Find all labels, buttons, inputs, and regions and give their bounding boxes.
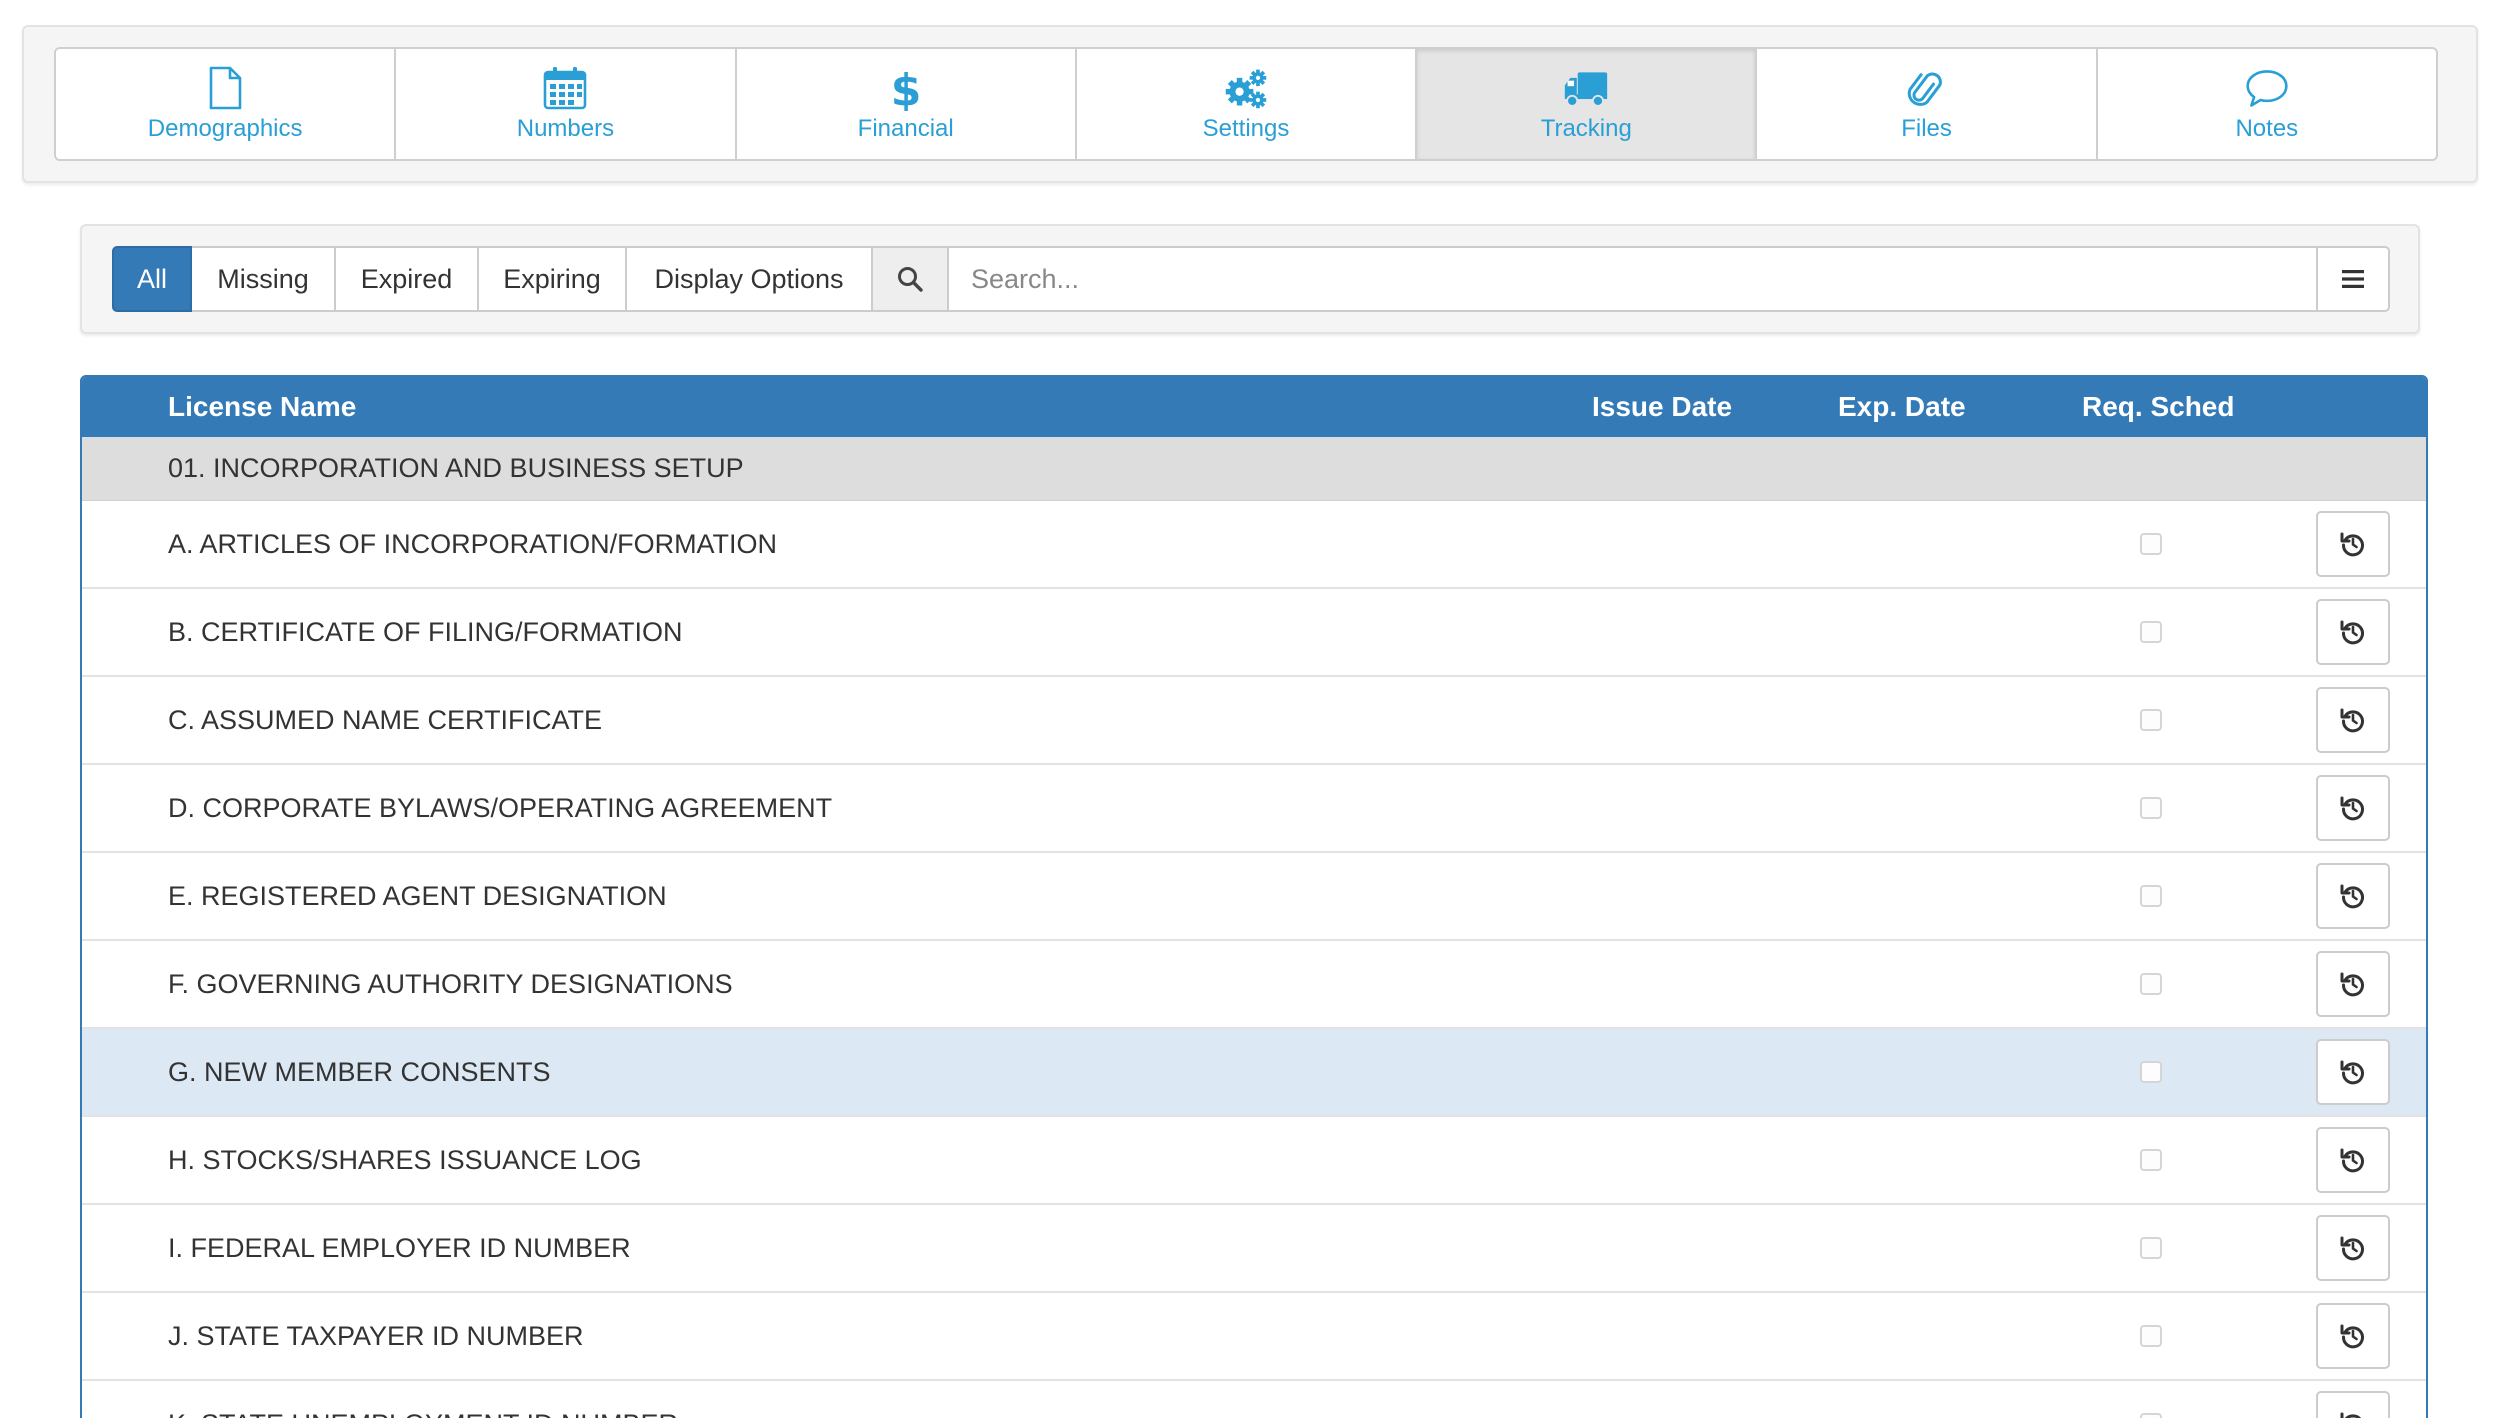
gears-icon (1225, 69, 1267, 109)
req-sched-checkbox[interactable] (2140, 1061, 2162, 1083)
tab-demographics[interactable]: Demographics (56, 49, 397, 159)
table-row[interactable]: C. ASSUMED NAME CERTIFICATE (82, 677, 2426, 765)
nav-tabs: Demographics Numbers $ Financial Setting… (54, 47, 2438, 161)
reset-history-button[interactable] (2316, 775, 2390, 841)
filter-all-button[interactable]: All (112, 246, 192, 312)
row-license-name: B. CERTIFICATE OF FILING/FORMATION (168, 616, 683, 647)
paperclip-icon (1907, 72, 1942, 106)
tab-label: Demographics (147, 115, 303, 142)
table-row[interactable]: J. STATE TAXPAYER ID NUMBER (82, 1293, 2426, 1381)
history-reset-icon (2340, 1324, 2364, 1349)
req-sched-checkbox[interactable] (2140, 533, 2162, 555)
history-reset-icon (2340, 1236, 2364, 1261)
req-sched-checkbox[interactable] (2140, 1149, 2162, 1171)
filter-expired-button[interactable]: Expired (336, 246, 479, 312)
tab-label: Notes (2235, 115, 2299, 142)
column-menu-button[interactable] (2318, 246, 2390, 312)
reset-history-button[interactable] (2316, 1303, 2390, 1369)
filter-bar: All Missing Expired Expiring Display Opt… (112, 246, 2390, 312)
row-license-name: H. STOCKS/SHARES ISSUANCE LOG (168, 1144, 642, 1175)
reset-history-button[interactable] (2316, 1127, 2390, 1193)
req-sched-checkbox[interactable] (2140, 621, 2162, 643)
search-addon[interactable] (873, 246, 949, 312)
reset-history-button[interactable] (2316, 687, 2390, 753)
history-reset-icon (2340, 1060, 2364, 1085)
reset-history-button[interactable] (2316, 863, 2390, 929)
license-table: License Name Issue Date Exp. Date Req. S… (80, 375, 2428, 1418)
top-nav-panel: Demographics Numbers $ Financial Setting… (22, 25, 2478, 183)
row-license-name: J. STATE TAXPAYER ID NUMBER (168, 1320, 584, 1351)
table-row[interactable]: A. ARTICLES OF INCORPORATION/FORMATION (82, 501, 2426, 589)
calendar-icon (544, 67, 587, 110)
tab-settings[interactable]: Settings (1076, 49, 1418, 159)
column-header-license-name[interactable]: License Name (168, 391, 356, 423)
tab-files[interactable]: Files (1757, 49, 2098, 159)
history-reset-icon (2340, 796, 2364, 821)
reset-history-button[interactable] (2316, 599, 2390, 665)
reset-history-button[interactable] (2316, 511, 2390, 577)
table-header: License Name Issue Date Exp. Date Req. S… (82, 377, 2426, 437)
dollar-icon: $ (890, 65, 921, 111)
reset-history-button[interactable] (2316, 1391, 2390, 1418)
row-license-name: C. ASSUMED NAME CERTIFICATE (168, 704, 603, 735)
row-license-name: K. STATE UNEMPLOYMENT ID NUMBER (168, 1409, 678, 1418)
req-sched-checkbox[interactable] (2140, 1237, 2162, 1259)
tab-tracking[interactable]: Tracking (1417, 49, 1758, 159)
history-reset-icon (2340, 620, 2364, 645)
filter-panel: All Missing Expired Expiring Display Opt… (80, 224, 2420, 334)
table-row[interactable]: K. STATE UNEMPLOYMENT ID NUMBER (82, 1381, 2426, 1418)
history-reset-icon (2340, 1412, 2362, 1418)
tab-label: Numbers (516, 115, 615, 142)
display-options-button[interactable]: Display Options (627, 246, 873, 312)
column-header-req-sched[interactable]: Req. Sched (2082, 391, 2234, 423)
search-icon (898, 267, 923, 292)
history-reset-icon (2340, 972, 2364, 997)
column-header-issue-date[interactable]: Issue Date (1592, 391, 1732, 423)
reset-history-button[interactable] (2316, 1039, 2390, 1105)
table-row[interactable]: I. FEDERAL EMPLOYER ID NUMBER (82, 1205, 2426, 1293)
tab-label: Tracking (1540, 115, 1632, 142)
row-license-name: A. ARTICLES OF INCORPORATION/FORMATION (168, 528, 778, 559)
svg-text:$: $ (890, 65, 921, 111)
table-row[interactable]: D. CORPORATE BYLAWS/OPERATING AGREEMENT (82, 765, 2426, 853)
table-row[interactable]: H. STOCKS/SHARES ISSUANCE LOG (82, 1117, 2426, 1205)
row-license-name: E. REGISTERED AGENT DESIGNATION (168, 880, 667, 911)
tab-label: Financial (857, 115, 954, 142)
row-license-name: G. NEW MEMBER CONSENTS (168, 1056, 551, 1087)
reset-history-button[interactable] (2316, 951, 2390, 1017)
filter-expiring-button[interactable]: Expiring (479, 246, 627, 312)
row-license-name: I. FEDERAL EMPLOYER ID NUMBER (168, 1232, 631, 1263)
history-reset-icon (2340, 532, 2364, 557)
row-license-name: F. GOVERNING AUTHORITY DESIGNATIONS (168, 968, 733, 999)
tab-numbers[interactable]: Numbers (396, 49, 737, 159)
tab-notes[interactable]: Notes (2097, 49, 2436, 159)
hamburger-menu-icon (2342, 270, 2364, 288)
tab-label: Settings (1202, 115, 1290, 142)
tab-label: Files (1901, 115, 1952, 142)
req-sched-checkbox[interactable] (2140, 1413, 2162, 1418)
req-sched-checkbox[interactable] (2140, 973, 2162, 995)
speech-bubble-icon (2246, 70, 2288, 107)
req-sched-checkbox[interactable] (2140, 797, 2162, 819)
tab-financial[interactable]: $ Financial (736, 49, 1077, 159)
history-reset-icon (2340, 884, 2364, 909)
reset-history-button[interactable] (2316, 1215, 2390, 1281)
history-reset-icon (2340, 708, 2364, 733)
table-row[interactable]: F. GOVERNING AUTHORITY DESIGNATIONS (82, 941, 2426, 1029)
req-sched-checkbox[interactable] (2140, 885, 2162, 907)
truck-icon (1565, 72, 1608, 107)
history-reset-icon (2340, 1148, 2364, 1173)
column-header-exp-date[interactable]: Exp. Date (1838, 391, 1966, 423)
table-row[interactable]: B. CERTIFICATE OF FILING/FORMATION (82, 589, 2426, 677)
table-row[interactable]: G. NEW MEMBER CONSENTS (82, 1029, 2426, 1117)
req-sched-checkbox[interactable] (2140, 1325, 2162, 1347)
filter-missing-button[interactable]: Missing (192, 246, 336, 312)
file-icon (209, 66, 242, 110)
group-header-row: 01. INCORPORATION AND BUSINESS SETUP (82, 437, 2426, 501)
table-row[interactable]: E. REGISTERED AGENT DESIGNATION (82, 853, 2426, 941)
search-input[interactable] (949, 246, 2318, 312)
row-license-name: D. CORPORATE BYLAWS/OPERATING AGREEMENT (168, 792, 833, 823)
req-sched-checkbox[interactable] (2140, 709, 2162, 731)
